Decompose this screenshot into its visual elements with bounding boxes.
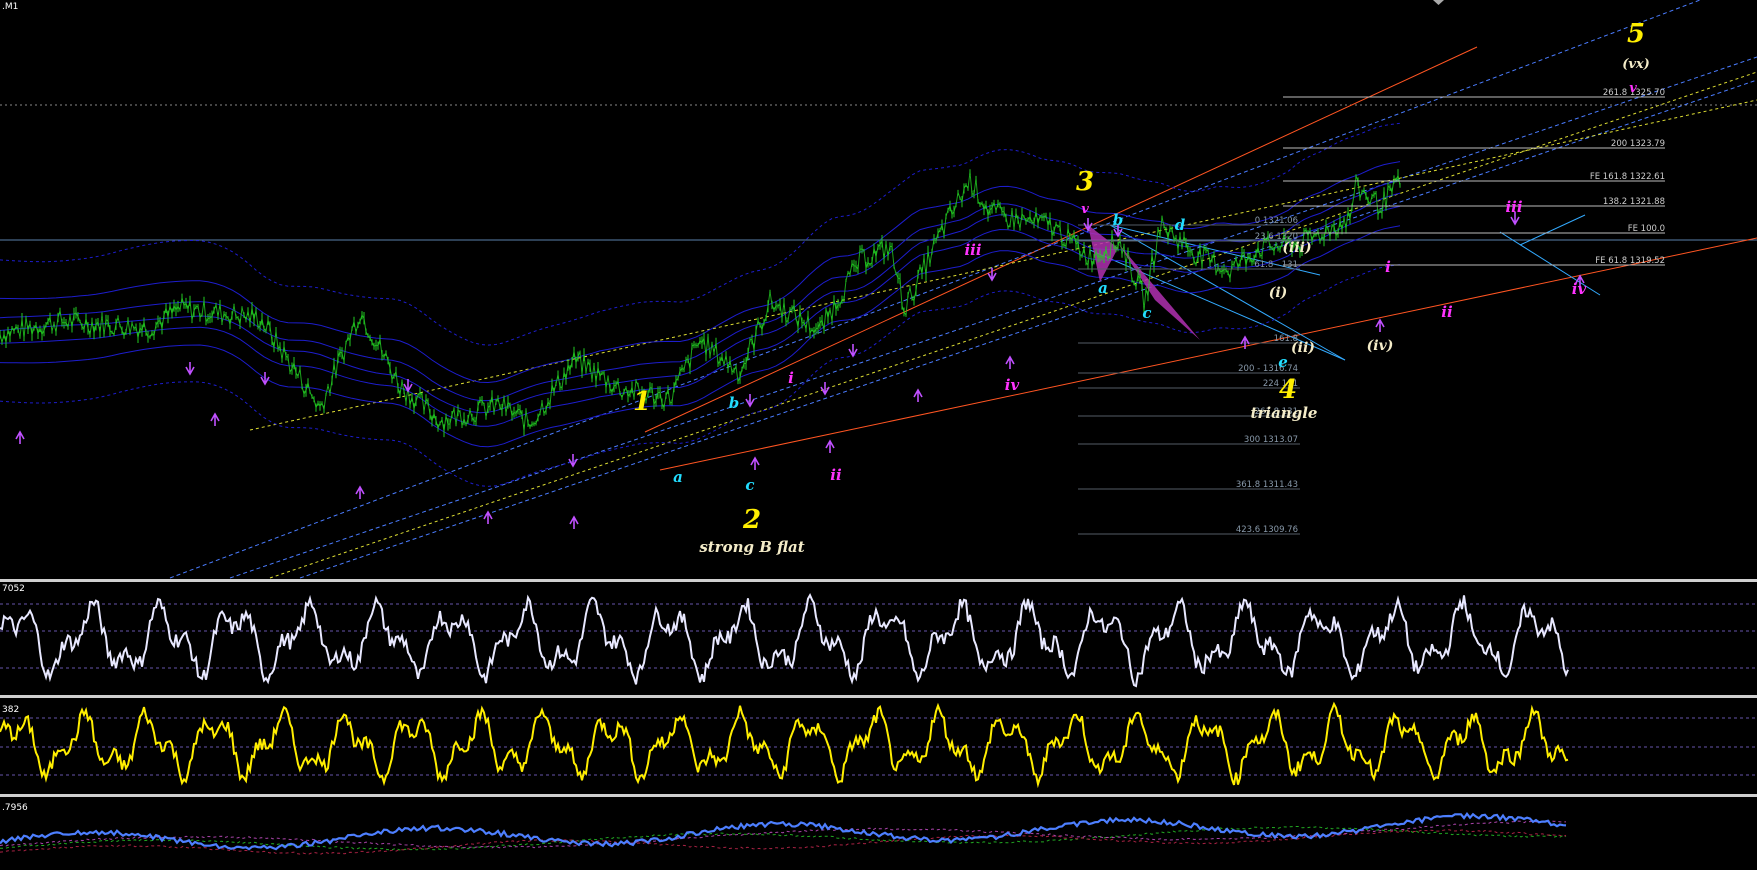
wave-label-8[interactable]: (i) <box>1269 285 1288 301</box>
retrace-label-8: 361.8 1311.43 <box>1236 480 1298 490</box>
wave-label-1[interactable]: 2 <box>742 505 761 535</box>
wave-label-6[interactable]: triangle <box>1251 404 1318 422</box>
osc1-value-label: 7052 <box>2 584 25 594</box>
fib-level-label-1: 200 1323.79 <box>1611 139 1665 149</box>
wave-label-28[interactable]: iv <box>1572 280 1587 298</box>
wave-label-25[interactable]: i <box>1385 258 1391 276</box>
wave-label-15[interactable]: a <box>1098 279 1108 297</box>
wave-label-19[interactable]: e <box>1278 353 1288 371</box>
wave-label-17[interactable]: c <box>1142 304 1151 322</box>
wave-label-24[interactable]: v <box>1081 202 1089 217</box>
wave-label-20[interactable]: i <box>788 369 794 387</box>
wave-label-16[interactable]: b <box>1113 211 1124 229</box>
retrace-label-7: 300 1313.07 <box>1244 435 1298 445</box>
retrace-label-0: 0 1321.06 <box>1255 216 1298 226</box>
trading-chart[interactable]: 261.8 1325.70 200 1323.79 FE 161.8 1322.61… <box>0 0 1757 866</box>
wave-label-23[interactable]: iv <box>1005 376 1020 394</box>
wave-label-2[interactable]: 3 <box>1076 167 1094 197</box>
symbol-timeframe-label: .M1 <box>2 2 18 12</box>
wave-label-9[interactable]: (ii) <box>1291 340 1315 356</box>
fib-level-label-3: 138.2 1321.88 <box>1603 197 1665 207</box>
wave-label-27[interactable]: iii <box>1505 198 1522 216</box>
fib-level-label-2: FE 161.8 1322.61 <box>1590 172 1665 182</box>
osc3-value-label: .7956 <box>2 803 28 813</box>
wave-label-26[interactable]: ii <box>1441 303 1453 321</box>
wave-label-5[interactable]: strong B flat <box>699 538 804 556</box>
wave-label-0[interactable]: 1 <box>633 387 651 417</box>
osc2-value-label: 382 <box>2 705 19 715</box>
wave-label-18[interactable]: d <box>1175 216 1186 234</box>
chart-background <box>0 0 1757 866</box>
wave-label-22[interactable]: iii <box>964 241 981 259</box>
wave-label-21[interactable]: ii <box>830 466 842 484</box>
wave-label-3[interactable]: 4 <box>1279 375 1297 405</box>
wave-label-10[interactable]: (iii) <box>1282 240 1311 256</box>
pane-separator-1[interactable] <box>0 695 1757 698</box>
wave-label-14[interactable]: c <box>745 476 754 494</box>
chart-svg[interactable]: 261.8 1325.70200 1323.79FE 161.8 1322.61… <box>0 0 1757 866</box>
pane-separator-0[interactable] <box>0 579 1757 582</box>
wave-label-7[interactable]: (vx) <box>1622 57 1650 72</box>
retrace-label-9: 423.6 1309.76 <box>1236 525 1298 535</box>
wave-label-11[interactable]: (iv) <box>1367 338 1394 354</box>
wave-label-4[interactable]: 5 <box>1627 19 1645 49</box>
pane-separator-2[interactable] <box>0 794 1757 797</box>
retrace-label-4: 200 - 1316.74 <box>1238 364 1298 374</box>
wave-label-13[interactable]: b <box>729 394 740 412</box>
wave-label-12[interactable]: a <box>673 468 683 486</box>
wave-label-29[interactable]: v <box>1629 81 1637 96</box>
fib-level-label-5: FE 61.8 1319.52 <box>1595 256 1665 266</box>
fib-level-label-4: FE 100.0 <box>1628 224 1665 234</box>
retrace-label-2: 61.8 - 131 <box>1254 260 1298 270</box>
